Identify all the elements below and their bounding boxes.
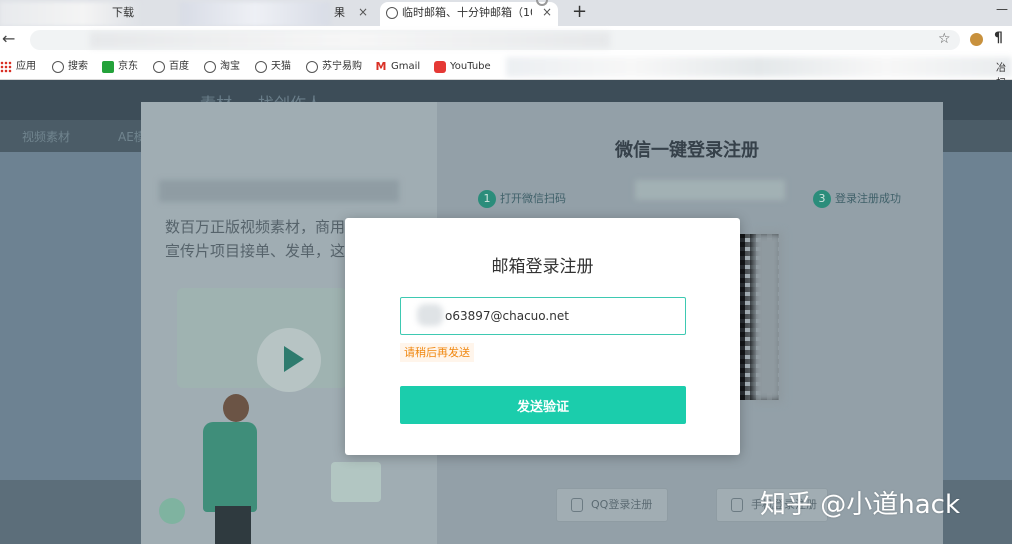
bookmark-label: 苏宁易购 bbox=[322, 61, 362, 72]
bookmark-suning[interactable]: 苏宁易购 bbox=[306, 59, 362, 75]
tab-active-close-icon[interactable]: × bbox=[540, 5, 554, 19]
bookmark-gmail[interactable]: M Gmail bbox=[375, 59, 421, 75]
panel-promo-blurred-title bbox=[159, 180, 399, 202]
site-subnav-item[interactable]: 视频素材 bbox=[22, 128, 70, 145]
step-number: 1 bbox=[478, 190, 496, 208]
gmail-icon: M bbox=[375, 60, 387, 73]
step-label: 打开微信扫码 bbox=[500, 192, 566, 205]
new-tab-button[interactable]: + bbox=[572, 1, 587, 23]
bookmark-star-icon[interactable]: ☆ bbox=[938, 31, 951, 47]
send-verification-button[interactable]: 发送验证 bbox=[400, 386, 686, 424]
qr-code-blurred bbox=[753, 232, 783, 402]
jd-icon bbox=[102, 61, 114, 73]
bookmark-label: 淘宝 bbox=[220, 61, 240, 72]
bookmark-search[interactable]: 搜索 bbox=[52, 59, 88, 75]
panel-promo-desc-2: 宣传片项目接单、发单，这 bbox=[165, 242, 346, 260]
bookmark-label: 搜索 bbox=[68, 61, 88, 72]
tab-2-title[interactable]: 果 bbox=[334, 2, 348, 26]
step-1: 1 打开微信扫码 bbox=[478, 190, 566, 208]
panel-promo-desc-1: 数百万正版视频素材，商用无忧 bbox=[165, 218, 376, 236]
wechat-login-title: 微信一键登录注册 bbox=[615, 140, 759, 161]
bookmarks-blurred-region bbox=[506, 57, 1012, 77]
globe-icon bbox=[386, 7, 398, 19]
paragraph-extension-icon[interactable]: ¶ bbox=[994, 30, 1003, 46]
globe-icon bbox=[306, 61, 318, 73]
bookmark-label: Gmail bbox=[391, 61, 421, 72]
tab-2-close-icon[interactable]: × bbox=[356, 5, 370, 19]
globe-icon bbox=[204, 61, 216, 73]
window-minimize-button[interactable]: — bbox=[996, 2, 1008, 16]
bookmarks-bar: 应用 搜索 京东 百度 淘宝 天猫 苏宁易购 M Gmail YouTube 冶… bbox=[0, 54, 1012, 89]
tab-active[interactable]: 临时邮箱、十分钟邮箱（10分钟 bbox=[380, 2, 558, 26]
address-bar-blurred-url bbox=[90, 32, 610, 48]
bookmark-label: YouTube bbox=[450, 61, 491, 72]
qq-login-label: QQ登录注册 bbox=[591, 498, 653, 511]
zhihu-watermark: 知乎 @小道hack bbox=[760, 490, 961, 520]
illustration-dot bbox=[159, 498, 185, 524]
play-icon bbox=[284, 346, 304, 372]
tab-active-title: 临时邮箱、十分钟邮箱（10分钟 bbox=[402, 6, 532, 19]
address-bar[interactable] bbox=[30, 30, 960, 50]
apps-grid-icon bbox=[0, 61, 12, 73]
bookmark-taobao[interactable]: 淘宝 bbox=[204, 59, 240, 75]
illustration-person-body bbox=[203, 422, 257, 512]
tab-1-title[interactable]: 下载 bbox=[112, 2, 152, 26]
illustration-video-card bbox=[331, 462, 381, 502]
resend-hint: 请稍后再发送 bbox=[400, 343, 474, 362]
back-arrow-icon[interactable]: ← bbox=[2, 30, 15, 48]
bookmark-label: 应用 bbox=[16, 61, 36, 72]
browser-tab-strip: 下载 果 × 临时邮箱、十分钟邮箱（10分钟 × + — bbox=[0, 0, 1012, 26]
modal-title: 邮箱登录注册 bbox=[491, 257, 594, 277]
bookmark-tmall[interactable]: 天猫 bbox=[255, 59, 291, 75]
email-input-blurred-prefix bbox=[417, 304, 443, 326]
bookmark-label: 京东 bbox=[118, 61, 138, 72]
youtube-icon bbox=[434, 61, 446, 73]
bookmark-label: 百度 bbox=[169, 61, 189, 72]
step-number: 3 bbox=[813, 190, 831, 208]
globe-icon bbox=[255, 61, 267, 73]
bookmark-youtube[interactable]: YouTube bbox=[434, 59, 491, 75]
bookmark-apps[interactable]: 应用 bbox=[0, 59, 36, 75]
step-label: 登录注册成功 bbox=[835, 192, 901, 205]
illustration-person-head bbox=[223, 394, 249, 422]
step-2-blurred bbox=[635, 180, 785, 200]
qq-login-button[interactable]: QQ登录注册 bbox=[556, 488, 668, 522]
phone-icon bbox=[731, 498, 743, 512]
browser-toolbar: ← bbox=[0, 26, 1012, 54]
bookmark-jd[interactable]: 京东 bbox=[102, 59, 138, 75]
globe-icon bbox=[52, 61, 64, 73]
bookmark-baidu[interactable]: 百度 bbox=[153, 59, 189, 75]
cookie-extension-icon[interactable] bbox=[970, 33, 983, 46]
globe-icon bbox=[153, 61, 165, 73]
tab-blurred-2[interactable] bbox=[180, 2, 330, 26]
bookmark-label: 天猫 bbox=[271, 61, 291, 72]
illustration-person-legs bbox=[215, 506, 251, 544]
qq-icon bbox=[571, 498, 583, 512]
email-login-modal: 邮箱登录注册 请稍后再发送 发送验证 bbox=[345, 218, 740, 455]
step-3: 3 登录注册成功 bbox=[813, 190, 901, 208]
